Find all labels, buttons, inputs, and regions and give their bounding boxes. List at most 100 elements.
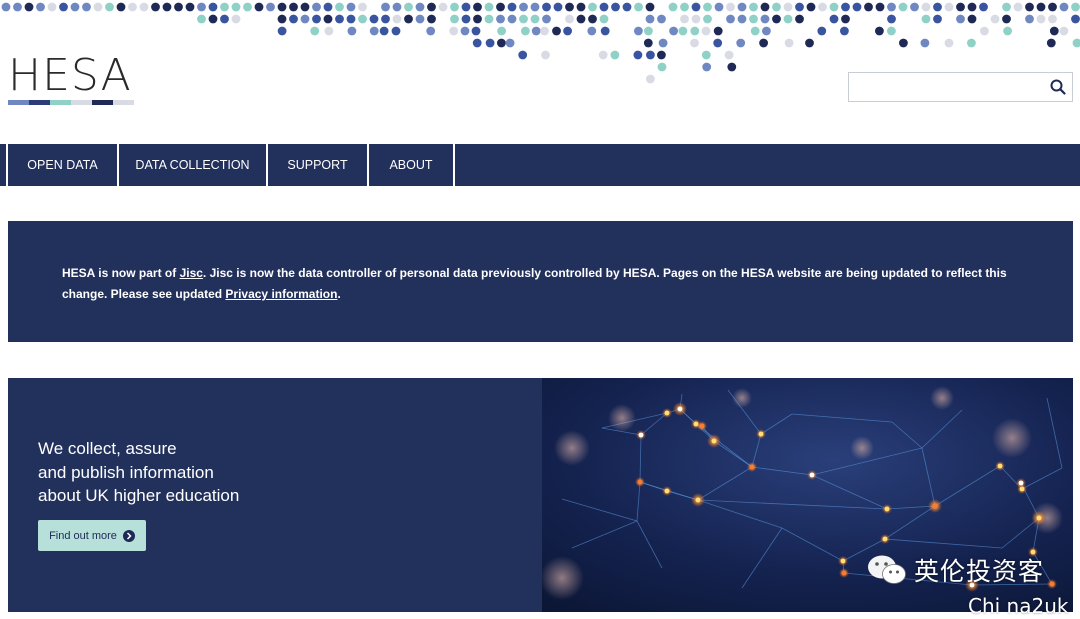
decorative-dot [783,14,793,24]
decorative-dot [105,2,114,12]
decorative-dot [645,2,655,12]
decorative-dot [185,2,195,12]
decorative-dot [36,2,45,12]
network-node [997,463,1003,469]
decorative-dot [657,62,667,72]
decorative-dot [875,2,885,12]
network-node [809,472,815,478]
decorative-dot [657,14,666,24]
nav-item-about[interactable]: ABOUT [369,144,455,186]
decorative-dot [379,26,389,36]
decorative-dot [967,38,976,48]
network-node [637,479,643,485]
nav-item-data-collection[interactable]: DATA COLLECTION [119,144,268,186]
decorative-dot [369,26,379,36]
decorative-dot [521,26,530,36]
decorative-dot [829,14,839,24]
decorative-dot [646,74,655,84]
decorative-dot [599,14,609,24]
decorative-dot [669,26,678,36]
network-bokeh [608,404,636,432]
decorative-dot [289,2,298,12]
decorative-dot [254,2,264,12]
decorative-dot [507,2,517,12]
decorative-dot [565,2,574,12]
notice-text: . Jisc is now the data controller of per… [62,266,1007,301]
find-out-more-button[interactable]: Find out more [38,520,146,551]
decorative-dot [588,2,597,12]
hesa-logo[interactable]: HESA [8,54,138,108]
nav-item-support[interactable]: SUPPORT [268,144,369,186]
decorative-dot [335,14,344,24]
decorative-dot [979,2,988,12]
decorative-dot [485,38,495,48]
decorative-dot [116,2,126,12]
decorative-dot [70,2,80,12]
decorative-dot [220,2,229,12]
decorative-dot [1036,14,1046,24]
decorative-dot [750,26,760,36]
privacy-information-link[interactable]: Privacy information [225,287,337,301]
nav-item-label: DATA COLLECTION [135,158,250,172]
decorative-dot [933,14,942,24]
decorative-dot [576,2,586,12]
network-bokeh [850,436,874,460]
decorative-dot [404,14,413,24]
network-node [1049,581,1055,587]
network-node [884,506,890,512]
network-node [664,488,670,494]
decorative-dot [1059,2,1069,12]
decorative-dot [392,14,402,24]
decorative-dot [346,2,356,12]
decorative-dot [449,26,459,36]
decorative-dot [1,2,11,12]
decorative-dot [921,14,931,24]
find-out-more-label: Find out more [49,529,117,542]
decorative-dot [162,2,172,12]
decorative-dot [737,14,747,24]
decorative-dot [358,14,367,24]
wechat-watermark: 英伦投资客 [866,552,1044,588]
decorative-dot [289,14,298,24]
search-box [848,72,1073,102]
network-node [841,570,847,576]
network-node [711,438,717,444]
search-input[interactable] [849,73,1044,101]
network-node [695,497,701,503]
nav-spacer [0,144,8,186]
jisc-link[interactable]: Jisc [180,266,203,280]
decorative-dot [243,2,252,12]
decorative-dot [726,2,735,12]
decorative-dot [472,38,482,48]
decorative-dot [806,2,816,12]
decorative-dot [404,2,413,12]
decorative-dot [484,14,494,24]
notice-text: . [337,287,341,301]
decorative-dot [1013,2,1023,12]
decorative-dot [391,26,401,36]
decorative-dot [643,38,653,48]
decorative-dot [680,14,689,24]
network-node [638,432,644,438]
decorative-dot [381,2,390,12]
nav-item-label: OPEN DATA [27,158,98,172]
network-node [664,410,670,416]
decorative-dot [473,14,482,24]
decorative-dot [784,38,794,48]
logo-bar-segment [92,100,113,105]
decorative-dot [415,2,425,12]
decorative-dot [921,2,931,12]
decorative-dot [910,2,919,12]
decorative-dot [1002,2,1011,12]
decorative-dot [680,2,689,12]
search-icon[interactable] [1044,73,1072,101]
decorative-dot [818,2,827,12]
decorative-dot [887,2,896,12]
nav-item-open-data[interactable]: OPEN DATA [8,144,119,186]
hero-line: We collect, assure [38,439,177,458]
decorative-dot [277,14,287,24]
decorative-dot [1071,2,1080,12]
decorative-dot [24,2,34,12]
decorative-dot [634,2,643,12]
network-node [932,503,938,509]
